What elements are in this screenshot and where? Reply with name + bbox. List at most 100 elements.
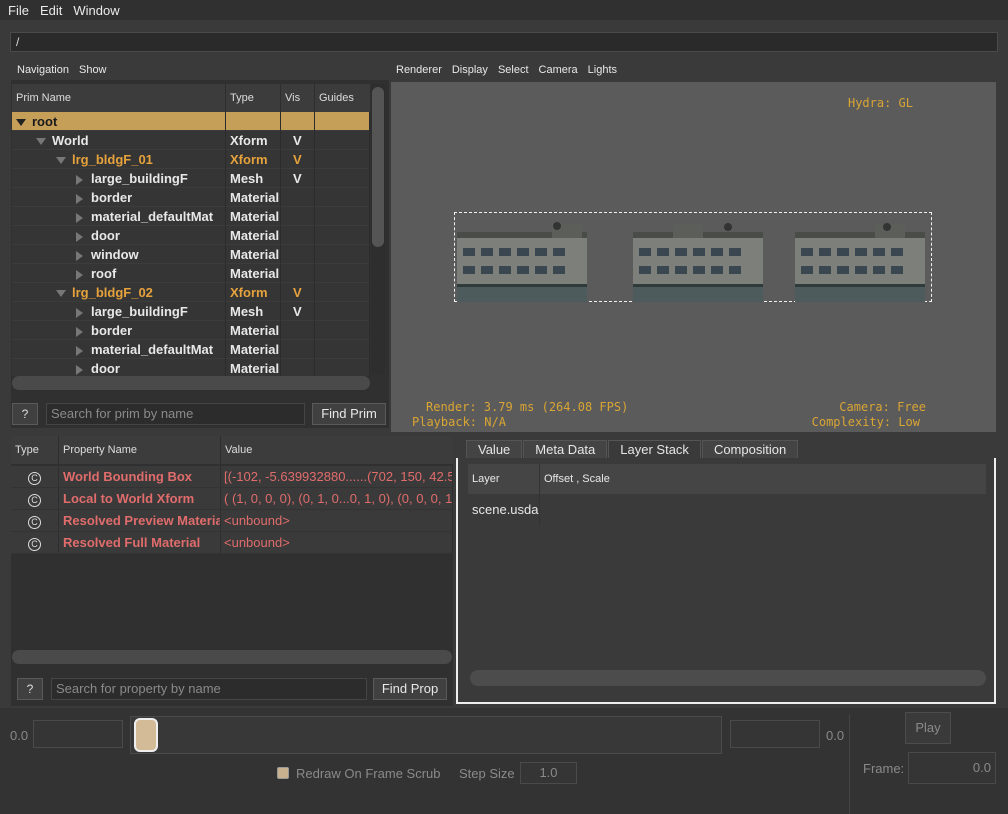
prim-visibility[interactable] (281, 226, 315, 245)
tab-meta-data[interactable]: Meta Data (523, 440, 608, 459)
property-row[interactable]: C Resolved Full Material <unbound> (11, 532, 453, 554)
render-stats: Render: 3.79 ms (264.08 FPS) (426, 400, 629, 414)
prim-visibility[interactable] (281, 321, 315, 340)
column-prim-name[interactable]: Prim Name (12, 84, 226, 112)
prim-guides (315, 245, 370, 264)
tree-row[interactable]: large_buildingF Mesh V (12, 169, 370, 188)
prim-visibility[interactable]: V (281, 283, 315, 302)
prim-visibility[interactable] (281, 245, 315, 264)
3d-viewport[interactable]: Hydra: GL Render: 3.79 ms (264.08 FPS) P… (391, 82, 996, 432)
frame-slider-track[interactable] (130, 716, 722, 754)
menu-renderer[interactable]: Renderer (396, 64, 442, 76)
computed-property-icon: C (11, 510, 59, 531)
property-panel: Type Property Name Value C World Bounding… (11, 436, 453, 706)
column-property-name[interactable]: Property Name (59, 436, 221, 464)
collapsed-arrow-icon[interactable] (76, 250, 83, 261)
expanded-arrow-icon[interactable] (36, 138, 46, 146)
tree-row[interactable]: roof Material (12, 264, 370, 283)
menu-display[interactable]: Display (452, 64, 488, 76)
property-search-input[interactable]: Search for property by name (51, 678, 367, 700)
tree-row[interactable]: door Material (12, 226, 370, 245)
tab-composition[interactable]: Composition (701, 440, 799, 459)
column-vis[interactable]: Vis (281, 84, 315, 112)
menu-lights[interactable]: Lights (588, 64, 617, 76)
tree-horizontal-scrollbar[interactable] (12, 376, 370, 390)
tab-value[interactable]: Value (466, 440, 523, 459)
prim-visibility[interactable] (281, 112, 315, 131)
menu-select[interactable]: Select (498, 64, 529, 76)
prim-path-field[interactable]: / (10, 32, 998, 52)
property-horizontal-scrollbar[interactable] (12, 650, 452, 664)
collapsed-arrow-icon[interactable] (76, 364, 83, 375)
frame-slider-handle[interactable] (134, 718, 158, 752)
range-start-field[interactable] (33, 720, 123, 748)
tree-row[interactable]: material_defaultMat Material (12, 340, 370, 359)
collapsed-arrow-icon[interactable] (76, 212, 83, 223)
collapsed-arrow-icon[interactable] (76, 345, 83, 356)
collapsed-arrow-icon[interactable] (76, 231, 83, 242)
tab-layer-stack[interactable]: Layer Stack (608, 440, 701, 459)
tree-row[interactable]: border Material (12, 188, 370, 207)
tree-row[interactable]: World Xform V (12, 131, 370, 150)
prim-visibility[interactable] (281, 188, 315, 207)
property-help-button[interactable]: ? (17, 678, 43, 700)
expanded-arrow-icon[interactable] (56, 290, 66, 298)
menu-edit[interactable]: Edit (40, 3, 62, 18)
column-value[interactable]: Value (221, 436, 453, 464)
prim-visibility[interactable]: V (281, 150, 315, 169)
expanded-arrow-icon[interactable] (56, 157, 66, 165)
column-prop-type[interactable]: Type (11, 436, 59, 464)
tree-row[interactable]: door Material (12, 359, 370, 376)
collapsed-arrow-icon[interactable] (76, 174, 83, 185)
prim-visibility[interactable] (281, 264, 315, 283)
prim-visibility[interactable] (281, 207, 315, 226)
menu-show[interactable]: Show (79, 64, 107, 76)
find-prop-button[interactable]: Find Prop (373, 678, 447, 700)
prim-visibility[interactable] (281, 359, 315, 376)
tree-row[interactable]: window Material (12, 245, 370, 264)
tree-vertical-scrollbar[interactable] (371, 84, 385, 374)
collapsed-arrow-icon[interactable] (76, 193, 83, 204)
collapsed-arrow-icon[interactable] (76, 307, 83, 318)
property-header: Type Property Name Value (11, 436, 453, 464)
prim-visibility[interactable]: V (281, 169, 315, 188)
column-offset-scale[interactable]: Offset , Scale (540, 464, 986, 494)
column-layer[interactable]: Layer (468, 464, 540, 494)
collapsed-arrow-icon[interactable] (76, 326, 83, 337)
prim-help-button[interactable]: ? (12, 403, 38, 425)
column-type[interactable]: Type (226, 84, 281, 112)
expanded-arrow-icon[interactable] (16, 119, 26, 127)
tree-row[interactable]: large_buildingF Mesh V (12, 302, 370, 321)
tree-row[interactable]: border Material (12, 321, 370, 340)
frame-field[interactable]: 0.0 (908, 752, 996, 784)
menu-camera[interactable]: Camera (539, 64, 578, 76)
layer-row[interactable]: scene.usda (468, 494, 986, 526)
scrollbar-thumb[interactable] (372, 87, 384, 247)
prim-type: Xform (226, 131, 281, 150)
play-button[interactable]: Play (905, 712, 951, 744)
property-row[interactable]: C World Bounding Box [(-102, -5.639932880.… (11, 466, 453, 488)
prim-search-input[interactable]: Search for prim by name (46, 403, 305, 425)
prim-visibility[interactable]: V (281, 131, 315, 150)
tree-row[interactable]: material_defaultMat Material (12, 207, 370, 226)
prim-visibility[interactable] (281, 340, 315, 359)
complexity-stats: Complexity: Low (811, 415, 920, 429)
tree-row[interactable]: root (12, 112, 370, 131)
playback-stats: Playback: N/A (412, 415, 506, 429)
menu-file[interactable]: File (8, 3, 29, 18)
prim-visibility[interactable]: V (281, 302, 315, 321)
tree-row[interactable]: lrg_bldgF_02 Xform V (12, 283, 370, 302)
range-end-field[interactable] (730, 720, 820, 748)
layer-horizontal-scrollbar[interactable] (470, 670, 986, 686)
property-row[interactable]: C Resolved Preview Material <unbound> (11, 510, 453, 532)
menu-navigation[interactable]: Navigation (17, 64, 69, 76)
redraw-checkbox[interactable] (277, 767, 289, 779)
prim-name-cell: World (12, 131, 226, 150)
property-row[interactable]: C Local to World Xform( (1, 0, 0, 0), (0,… (11, 488, 453, 510)
tree-row[interactable]: lrg_bldgF_01 Xform V (12, 150, 370, 169)
collapsed-arrow-icon[interactable] (76, 269, 83, 280)
menu-window[interactable]: Window (73, 3, 119, 18)
step-size-field[interactable]: 1.0 (520, 762, 577, 784)
find-prim-button[interactable]: Find Prim (312, 403, 386, 425)
column-guides[interactable]: Guides (315, 84, 370, 112)
